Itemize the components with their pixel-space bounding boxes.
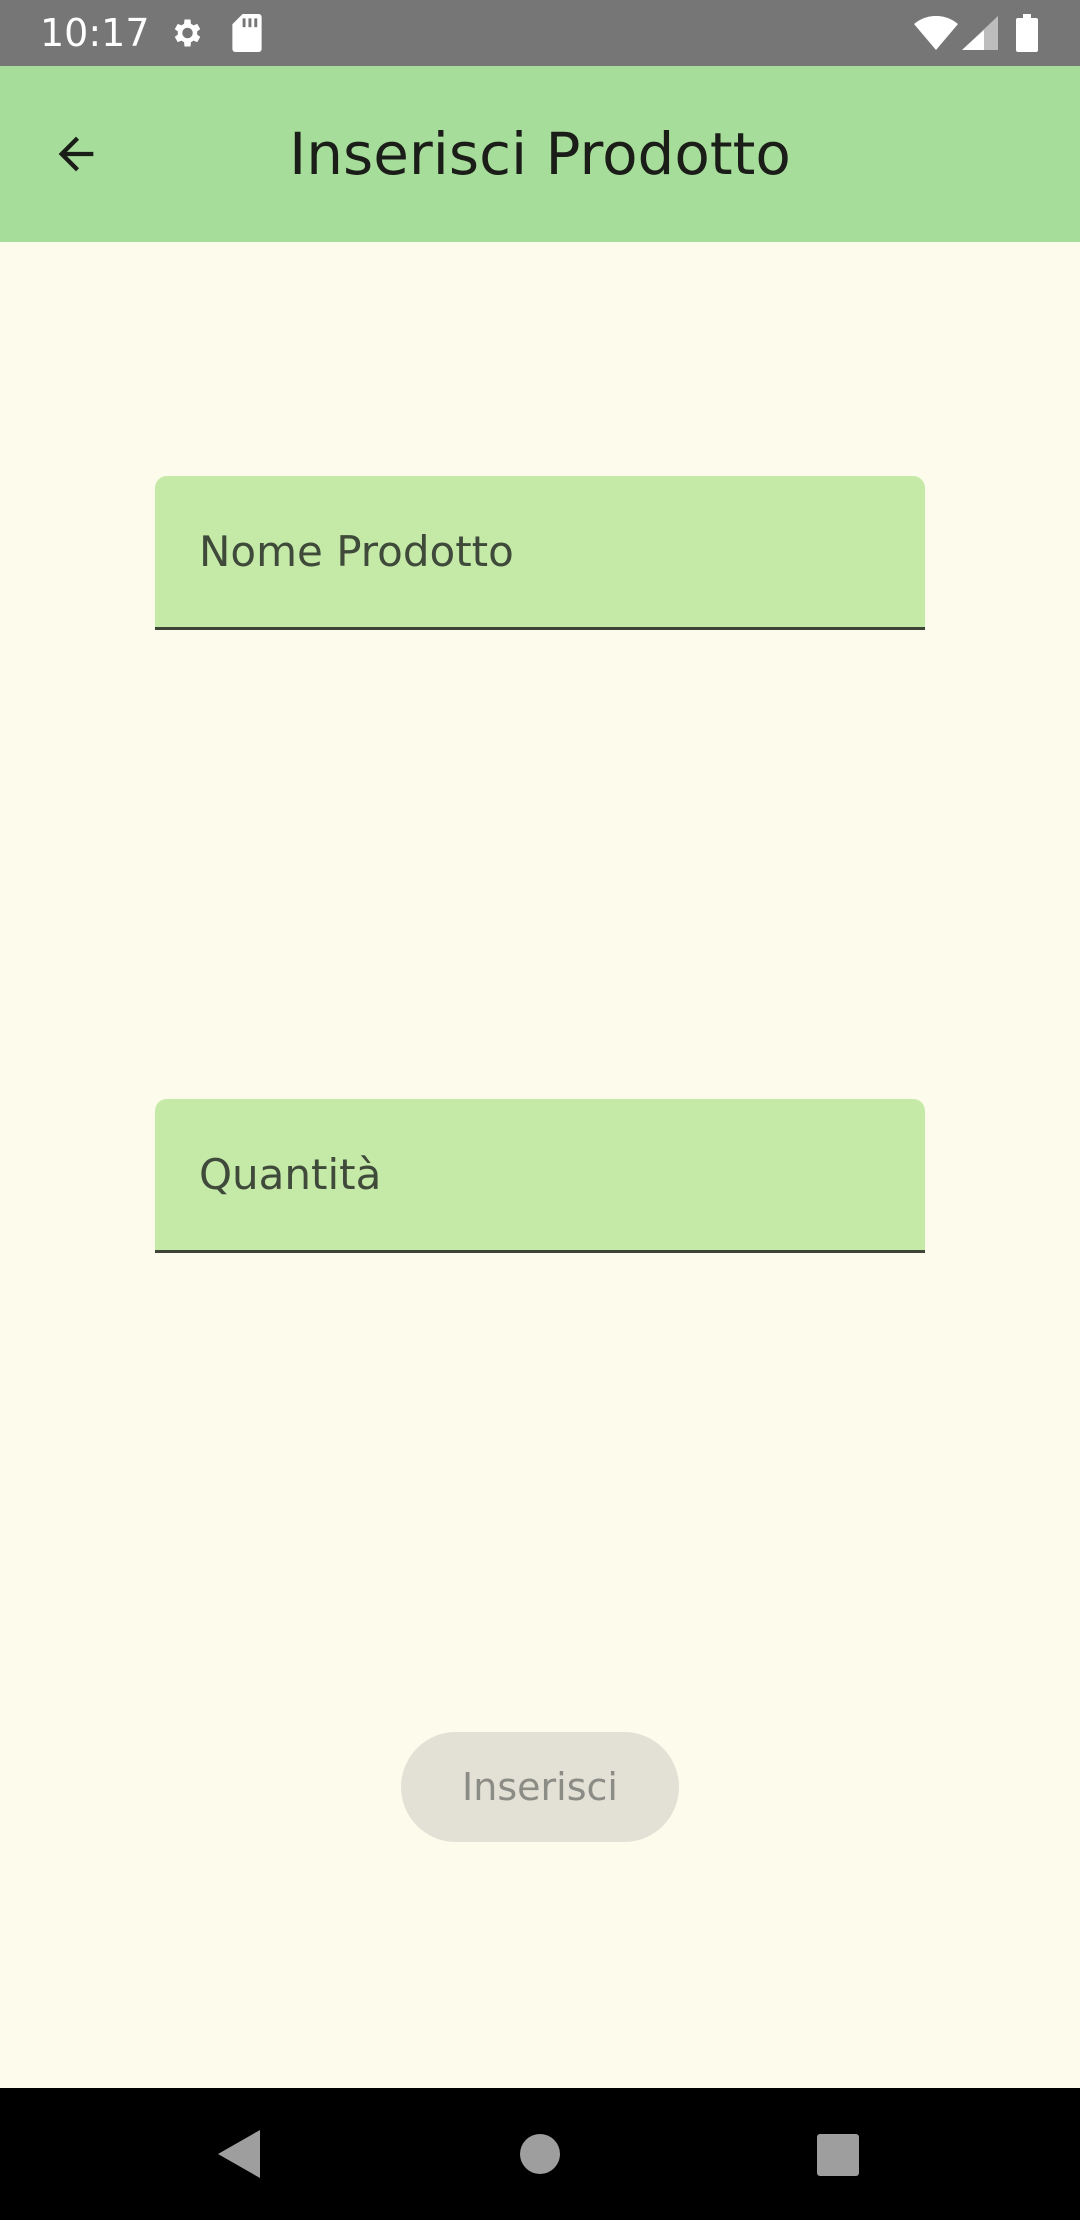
nav-home-icon[interactable] bbox=[520, 2134, 560, 2174]
screen: 10:17 Inserisci Prodotto Nome Prodotto Q… bbox=[0, 0, 1080, 2220]
product-name-placeholder: Nome Prodotto bbox=[199, 527, 514, 576]
nav-recents-icon[interactable] bbox=[817, 2134, 859, 2176]
insert-button[interactable]: Inserisci bbox=[401, 1732, 679, 1842]
nav-bar bbox=[0, 2088, 1080, 2220]
status-bar: 10:17 bbox=[0, 0, 1080, 66]
app-bar: Inserisci Prodotto bbox=[0, 66, 1080, 242]
product-name-field[interactable]: Nome Prodotto bbox=[155, 476, 925, 630]
quantity-placeholder: Quantità bbox=[199, 1150, 382, 1199]
wifi-icon bbox=[914, 16, 958, 50]
sd-card-icon bbox=[232, 14, 262, 52]
page-title: Inserisci Prodotto bbox=[289, 120, 791, 188]
nav-back-icon[interactable] bbox=[218, 2130, 260, 2178]
status-time: 10:17 bbox=[40, 11, 150, 55]
settings-gear-icon bbox=[174, 19, 201, 47]
cell-signal-icon bbox=[962, 16, 998, 50]
battery-icon bbox=[1016, 14, 1038, 52]
quantity-field[interactable]: Quantità bbox=[155, 1099, 925, 1253]
